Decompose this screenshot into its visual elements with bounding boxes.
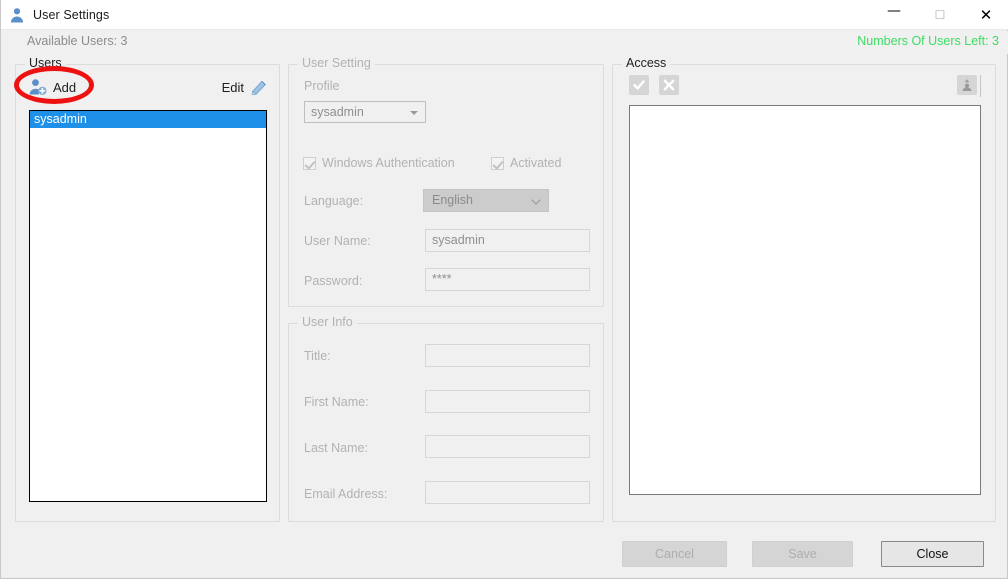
password-input[interactable]: **** xyxy=(425,268,590,291)
windows-authentication-label: Windows Authentication xyxy=(322,156,455,170)
users-panel: Users Add Edit sysadmin xyxy=(15,56,280,522)
user-setting-title: User Setting xyxy=(298,56,375,70)
user-info-title: User Info xyxy=(298,315,357,329)
add-user-label: Add xyxy=(53,79,77,95)
user-name-input[interactable]: sysadmin xyxy=(425,229,590,252)
add-user-button[interactable]: Add xyxy=(28,74,76,100)
maximize-button[interactable]: ☐ xyxy=(917,0,963,30)
access-panel-title: Access xyxy=(622,56,671,70)
check-all-icon[interactable] xyxy=(629,75,649,95)
password-label: Password: xyxy=(304,274,363,288)
title-input[interactable] xyxy=(425,344,590,367)
users-listbox[interactable]: sysadmin xyxy=(29,110,267,502)
access-panel: Access xyxy=(612,56,996,522)
first-name-label: First Name: xyxy=(304,395,369,409)
status-strip: Available Users: 3 Numbers Of Users Left… xyxy=(1,31,1008,54)
activated-checkbox[interactable]: Activated xyxy=(491,156,561,170)
user-settings-window: User Settings — ☐ ✕ Available Users: 3 N… xyxy=(0,0,1008,579)
access-toolbar xyxy=(629,75,981,97)
first-name-input[interactable] xyxy=(425,390,590,413)
language-dropdown[interactable]: English xyxy=(423,189,549,212)
add-user-icon xyxy=(28,77,48,97)
window-controls: — ☐ ✕ xyxy=(871,0,1008,30)
toolbar-divider xyxy=(980,75,981,97)
minimize-icon: — xyxy=(887,3,901,19)
email-address-input[interactable] xyxy=(425,481,590,504)
maximize-icon: ☐ xyxy=(934,8,946,22)
profile-dropdown-value: sysadmin xyxy=(311,105,364,119)
available-users-label: Available Users: 3 xyxy=(27,34,128,48)
last-name-label: Last Name: xyxy=(304,441,368,455)
edit-user-label: Edit xyxy=(221,79,244,95)
user-setting-panel: User Setting Profile sysadmin Windows Au… xyxy=(288,56,604,307)
title-label: Title: xyxy=(304,349,331,363)
profile-dropdown[interactable]: sysadmin xyxy=(304,101,426,123)
profile-label: Profile xyxy=(304,79,340,93)
user-name-label: User Name: xyxy=(304,234,371,248)
chevron-down-icon xyxy=(531,199,541,205)
last-name-input[interactable] xyxy=(425,435,590,458)
minimize-button[interactable]: — xyxy=(871,0,917,30)
edit-pencil-icon xyxy=(250,78,268,96)
chevron-down-icon xyxy=(410,111,418,115)
users-left-label: Numbers Of Users Left: 3 xyxy=(857,34,999,48)
users-toolbar: Add Edit xyxy=(28,74,268,102)
edit-user-button[interactable]: Edit xyxy=(222,74,268,100)
export-user-icon[interactable] xyxy=(957,75,977,95)
language-label: Language: xyxy=(304,194,364,208)
user-info-panel: User Info Title: First Name: Last Name: … xyxy=(288,315,604,522)
access-listbox[interactable] xyxy=(629,105,981,495)
activated-label: Activated xyxy=(510,156,562,170)
users-panel-title: Users xyxy=(25,56,66,70)
close-icon: ✕ xyxy=(979,5,993,24)
save-button[interactable]: Save xyxy=(752,541,853,567)
windows-authentication-checkbox[interactable]: Windows Authentication xyxy=(303,156,455,170)
close-window-button[interactable]: ✕ xyxy=(963,0,1008,30)
title-bar: User Settings — ☐ ✕ xyxy=(1,0,1008,30)
close-button[interactable]: Close xyxy=(881,541,984,567)
language-dropdown-value: English xyxy=(432,193,473,207)
email-address-label: Email Address: xyxy=(304,487,388,501)
list-item[interactable]: sysadmin xyxy=(30,111,266,128)
user-icon xyxy=(9,7,25,23)
cancel-button[interactable]: Cancel xyxy=(622,541,727,567)
clear-all-x-icon[interactable] xyxy=(659,75,680,95)
window-title: User Settings xyxy=(33,7,110,22)
checkbox-checked-icon xyxy=(303,156,316,170)
checkbox-checked-icon xyxy=(491,156,504,170)
